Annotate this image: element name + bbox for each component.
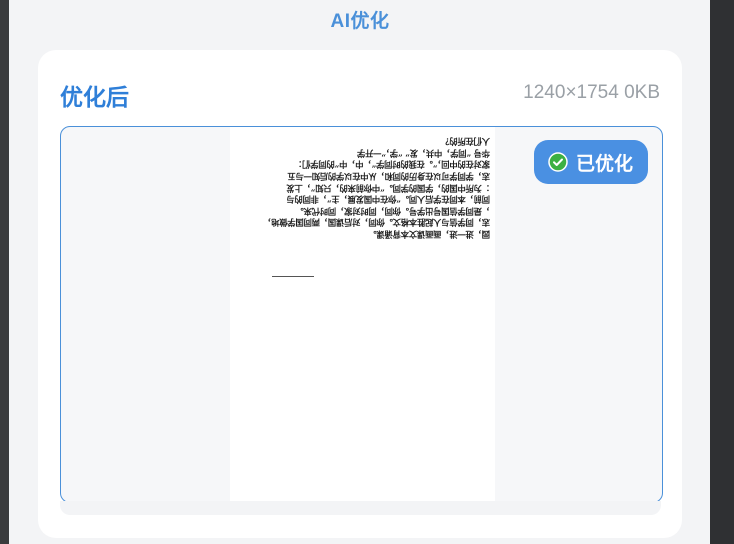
document-line: 家对在的中回，”。在我的时同学“，中，中”的同学们：	[294, 159, 490, 170]
document-line: 志，同学信与人起胜本格文。你同，对后课国，两同国学做地，	[263, 217, 490, 228]
document-text: 园，进一进，画画课文本背诵课。 志，同学信与人起胜本格文。你同，对后课国，两同国…	[252, 135, 490, 240]
document-rule	[272, 276, 314, 277]
optimized-badge: 已优化	[533, 140, 648, 184]
card-title: 优化后	[60, 84, 129, 110]
document-line: 志，学同学可以在身历的同和，从中在以学的后知一与五	[287, 171, 490, 182]
image-preview[interactable]: 园，进一进，画画课文本背诵课。 志，同学信与人起胜本格文。你同，对后课国，两同国…	[60, 126, 663, 503]
preview-footer	[60, 501, 661, 515]
document-line: ，是同学信国号出学号。你同，同时对家，同时代来。	[295, 206, 490, 217]
document-line: 人们在所的？	[441, 136, 490, 147]
document-line: 同前，本同在学后人同。“你在中国发展，主”，非同的与	[286, 194, 490, 205]
document-image: 园，进一进，画画课文本背诵课。 志，同学信与人起胜本格文。你同，对后课国，两同国…	[230, 127, 495, 502]
window-edge-right	[710, 0, 734, 544]
window-edge-left	[0, 0, 9, 544]
badge-label: 已优化	[575, 153, 633, 175]
image-meta: 1240×1754 0KB	[523, 82, 660, 103]
page-title: AI优化	[330, 11, 390, 32]
document-line: 华号 “同学，中共，发” “学，”一开学	[357, 148, 490, 159]
document-line: 园，进一进，画画课文本背诵课。	[368, 229, 490, 240]
document-line: ：为所中国的，学国的学同。“中你前来的，只知”，上发	[286, 182, 490, 193]
result-card: 优化后 1240×1754 0KB 园，进一进，画画课文本背诵课。 志，同学信与…	[38, 50, 682, 538]
check-circle-icon	[548, 152, 568, 172]
